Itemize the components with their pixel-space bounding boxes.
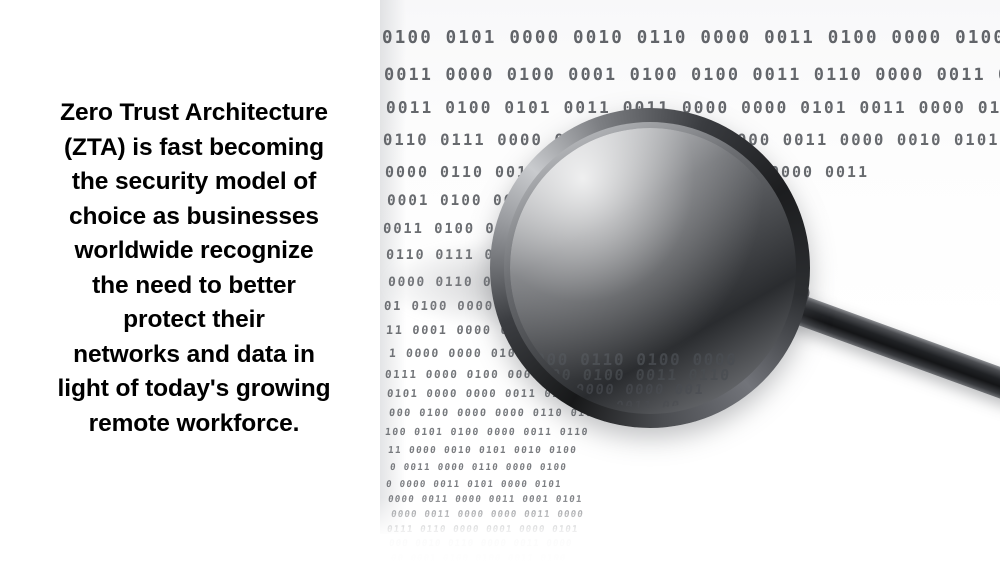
binary-row: 000 0010 0110 0000 0011 0000 [388, 538, 574, 550]
quote-line: Zero Trust Architecture [60, 99, 328, 126]
binary-row: 0100 0101 0000 0010 0110 0000 0011 0100 … [382, 28, 1000, 48]
magnifying-glass-icon: 111 0000 00110011 0000 0000 0010 0101 01… [490, 108, 1000, 428]
binary-row: 0 0000 0011 0101 0000 0101 [385, 478, 563, 490]
magnified-binary-row-small: 011 0000 0000 001 [535, 382, 706, 398]
quote-line: remote workforce. [88, 409, 300, 437]
quote-line: the need to better [92, 271, 296, 299]
binary-row: 0000 0011 0000 0011 0001 0101 [387, 494, 584, 506]
quote-line: light of today's growing [57, 375, 331, 402]
slide-canvas: Zero Trust Architecture (ZTA) is fast be… [0, 0, 1000, 563]
magnified-binary-row-small: 01 0101 0011 00 [540, 398, 682, 408]
magnified-binary-row-right: 00 [754, 386, 786, 408]
binary-row: 11 0000 0010 0101 0010 0100 [387, 445, 578, 457]
binary-row: 100 0101 0100 0000 0011 0110 [384, 427, 590, 438]
binary-row: 0111 0110 0000 0001 0000 0101 [386, 523, 579, 535]
quote-line: worldwide recognize [74, 237, 314, 264]
quote-line: choice as businesses [69, 202, 319, 230]
binary-row: 0011 0000 0100 0001 0100 0100 0011 0110 … [384, 64, 1000, 84]
binary-row: 0000 0011 0000 0000 0011 0000 [389, 509, 585, 521]
quote-line: the security model of [71, 168, 317, 195]
quote-line: networks and data in [73, 340, 315, 368]
binary-row: 0 0011 0000 0110 0000 0100 [389, 462, 568, 474]
quote-line: (ZTA) is fast becoming [63, 133, 325, 161]
binary-paper-photo: 0100 0101 0000 0010 0110 0000 0011 0100 … [368, 0, 1000, 563]
binary-row: 00 0001 0100 0100 0011 0100 [390, 552, 568, 563]
quote-text-block: Zero Trust Architecture (ZTA) is fast be… [22, 96, 366, 441]
quote-line: protect their [123, 306, 265, 333]
